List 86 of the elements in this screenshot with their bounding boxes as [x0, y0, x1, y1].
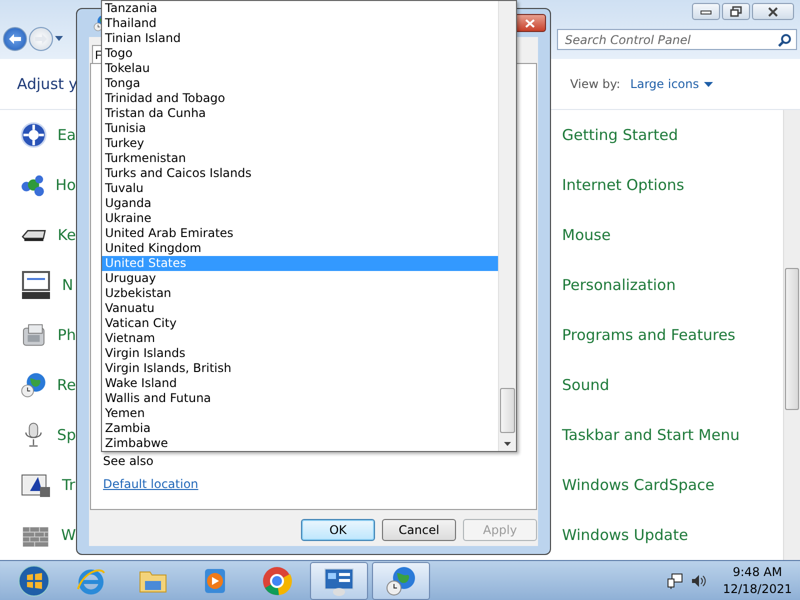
list-option[interactable]: Tokelau: [102, 61, 498, 76]
clock[interactable]: 9:48 AM 12/18/2021: [722, 564, 792, 598]
back-arrow-icon: [8, 33, 22, 45]
forward-button[interactable]: [29, 27, 53, 51]
view-by-dropdown[interactable]: Large icons: [630, 77, 713, 92]
control-panel-item[interactable]: Ke: [58, 226, 76, 244]
list-option[interactable]: Uganda: [102, 196, 498, 211]
list-option[interactable]: Tunisia: [102, 121, 498, 136]
control-panel-item[interactable]: Taskbar and Start Menu: [562, 426, 740, 444]
list-option[interactable]: Uzbekistan: [102, 286, 498, 301]
list-option[interactable]: Tinian Island: [102, 31, 498, 46]
list-option[interactable]: Vanuatu: [102, 301, 498, 316]
control-panel-item[interactable]: Sound: [562, 376, 610, 394]
control-panel-item[interactable]: Mouse: [562, 226, 611, 244]
list-option[interactable]: Zimbabwe: [102, 436, 498, 451]
dropdown-caret-icon[interactable]: [55, 36, 63, 42]
taskbar-button[interactable]: [310, 562, 368, 600]
control-panel-item[interactable]: N: [62, 276, 74, 294]
clock-date: 12/18/2021: [722, 580, 792, 598]
list-option[interactable]: Turks and Caicos Islands: [102, 166, 498, 181]
list-option[interactable]: Wallis and Futuna: [102, 391, 498, 406]
list-option[interactable]: Virgin Islands: [102, 346, 498, 361]
list-option[interactable]: Vatican City: [102, 316, 498, 331]
close-button[interactable]: [514, 14, 546, 32]
list-option[interactable]: Zambia: [102, 421, 498, 436]
list-option[interactable]: Tuvalu: [102, 181, 498, 196]
list-option[interactable]: Yemen: [102, 406, 498, 421]
list-option[interactable]: Vietnam: [102, 331, 498, 346]
control-panel-item[interactable]: Sp: [56, 426, 76, 444]
chrome-icon: [261, 564, 293, 596]
control-panel-item[interactable]: Ho: [56, 176, 76, 194]
control-panel-item[interactable]: Windows Update: [562, 526, 688, 544]
minimize-button[interactable]: [692, 3, 720, 20]
network-icon[interactable]: [666, 572, 683, 588]
list-option[interactable]: United Kingdom: [102, 241, 498, 256]
close-icon: [767, 6, 779, 16]
caret-icon: [704, 82, 713, 87]
section-label: See also: [103, 454, 154, 468]
clock-time: 9:48 AM: [732, 564, 782, 580]
display-icon[interactable]: [20, 269, 52, 301]
globe-clock-icon: [385, 564, 417, 596]
list-option[interactable]: Tristan da Cunha: [102, 106, 498, 121]
forward-arrow-icon: [34, 33, 48, 45]
list-option[interactable]: Ukraine: [102, 211, 498, 226]
start-button-icon: [18, 564, 50, 596]
taskbar-button[interactable]: [372, 562, 430, 600]
scrollbar-thumb[interactable]: [500, 388, 515, 433]
scrollbar[interactable]: [498, 1, 516, 451]
volume-icon[interactable]: [690, 572, 707, 588]
list-option[interactable]: Togo: [102, 46, 498, 61]
view-by-label: View by:: [570, 77, 620, 92]
list-option[interactable]: Uruguay: [102, 271, 498, 286]
control-panel-item[interactable]: Tr: [62, 476, 76, 494]
control-panel-item[interactable]: Ea: [57, 126, 76, 144]
control-panel-item[interactable]: Windows CardSpace: [562, 476, 715, 494]
restore-icon: [730, 6, 742, 17]
scrollbar[interactable]: [783, 110, 800, 560]
list-option[interactable]: Thailand: [102, 16, 498, 31]
control-panel-item[interactable]: Programs and Features: [562, 326, 736, 344]
list-option[interactable]: Trinidad and Tobago: [102, 91, 498, 106]
list-option[interactable]: Turkmenistan: [102, 151, 498, 166]
list-option[interactable]: Virgin Islands, British: [102, 361, 498, 376]
search-icon[interactable]: [778, 32, 792, 46]
list-option[interactable]: United Arab Emirates: [102, 226, 498, 241]
control-panel-item[interactable]: W: [61, 526, 76, 544]
scroll-down-icon[interactable]: [504, 442, 511, 446]
list-option[interactable]: Wake Island: [102, 376, 498, 391]
back-button[interactable]: [3, 27, 27, 51]
restore-button[interactable]: [722, 3, 750, 20]
control-panel-item[interactable]: Internet Options: [562, 176, 684, 194]
default-location-link[interactable]: Default location: [103, 477, 198, 491]
dialog-button[interactable]: OK: [301, 519, 375, 541]
control-panel-item[interactable]: Personalization: [562, 276, 676, 294]
control-panel-item[interactable]: Ph: [57, 326, 76, 344]
dialog-button[interactable]: Cancel: [382, 519, 456, 541]
scrollbar-thumb[interactable]: [785, 268, 799, 410]
control-panel-item[interactable]: Re: [57, 376, 76, 394]
minimize-icon: [700, 8, 712, 14]
close-button[interactable]: [752, 3, 794, 20]
control-panel-item[interactable]: Getting Started: [562, 126, 678, 144]
close-icon: [525, 18, 535, 28]
page-heading: Adjust y: [17, 75, 78, 94]
list-option[interactable]: Tanzania: [102, 1, 498, 16]
search-field[interactable]: Search Control Panel: [557, 29, 797, 50]
list-option[interactable]: Turkey: [102, 136, 498, 151]
list-option[interactable]: Tonga: [102, 76, 498, 91]
